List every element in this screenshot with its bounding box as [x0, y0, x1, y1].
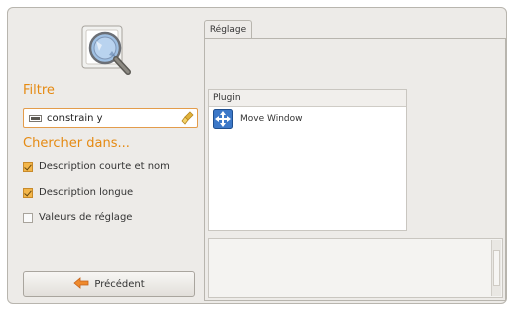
search-magnifier-logo-icon — [78, 23, 144, 83]
list-item[interactable]: Move Window — [209, 107, 406, 131]
filter-type-icon — [29, 114, 43, 123]
filter-input[interactable] — [47, 112, 179, 124]
arrow-left-icon — [73, 276, 89, 292]
description-area — [208, 238, 503, 298]
checkbox-checked[interactable] — [23, 161, 33, 172]
filter-title: Filtre — [23, 83, 55, 98]
check-short-description[interactable]: Description courte et nom — [23, 161, 170, 172]
check-setting-values[interactable]: Valeurs de réglage — [23, 212, 132, 223]
right-pane: Réglage Plugin Move Window — [204, 8, 507, 303]
move-window-icon — [213, 109, 233, 129]
tab-panel: Plugin Move Window — [204, 38, 506, 301]
search-in-title: Chercher dans... — [23, 136, 130, 151]
check-long-description[interactable]: Description longue — [23, 187, 133, 198]
plugin-name: Move Window — [240, 114, 303, 124]
checkbox-unchecked[interactable] — [23, 212, 33, 223]
back-button[interactable]: Précédent — [23, 271, 195, 297]
check-label: Description longue — [39, 187, 134, 198]
plugin-list: Plugin Move Window — [208, 89, 407, 231]
check-label: Valeurs de réglage — [39, 212, 133, 223]
scrollbar-thumb[interactable] — [493, 250, 500, 286]
left-pane: Filtre Chercher dans... Description cour… — [8, 8, 204, 303]
tab-setting[interactable]: Réglage — [204, 20, 252, 38]
check-label: Description courte et nom — [39, 161, 170, 172]
checkbox-checked[interactable] — [23, 187, 33, 198]
settings-window: Filtre Chercher dans... Description cour… — [7, 7, 507, 304]
clear-brush-icon[interactable] — [181, 111, 195, 125]
vertical-scrollbar[interactable] — [491, 240, 501, 296]
filter-field[interactable] — [23, 108, 198, 128]
back-button-label: Précédent — [94, 278, 145, 290]
list-header-plugin[interactable]: Plugin — [209, 90, 406, 107]
